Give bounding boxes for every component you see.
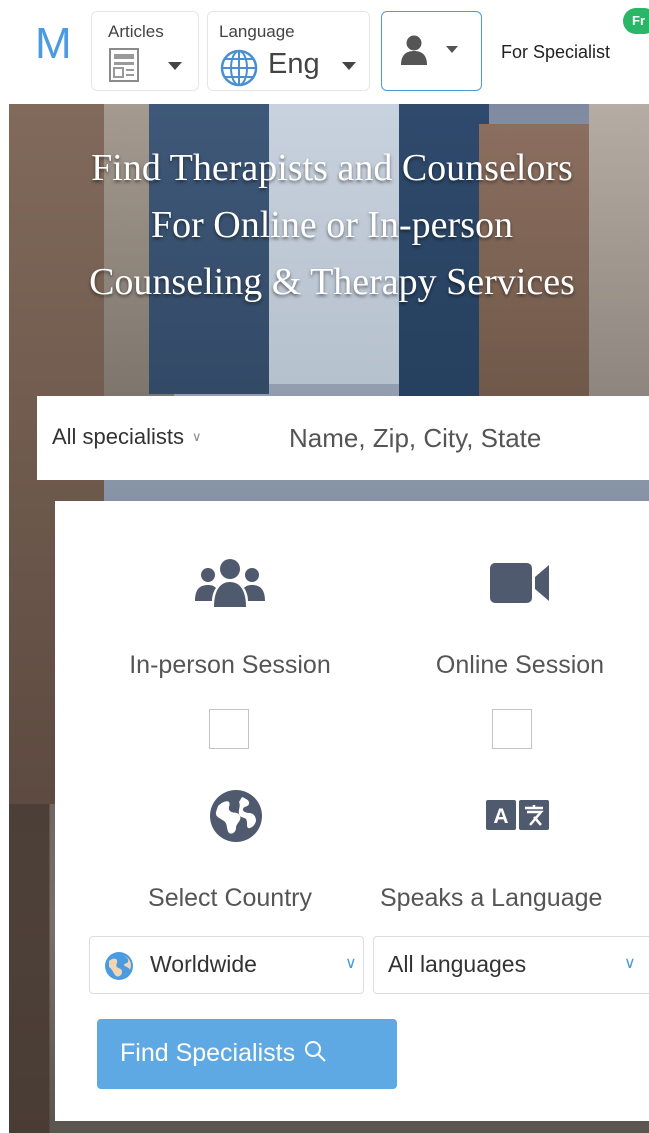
online-label: Online Session [435, 651, 605, 679]
site-logo[interactable]: M [35, 22, 72, 66]
chevron-down-icon: ∨ [624, 955, 636, 972]
country-select[interactable]: Worldwide ∨ [89, 936, 364, 994]
hero-title: Find Therapists and Counselors For Onlin… [9, 140, 649, 311]
country-value: Worldwide [150, 951, 257, 977]
specialist-type-value: All specialists [52, 424, 185, 449]
find-specialists-button[interactable]: Find Specialists [97, 1019, 397, 1089]
specialist-type-select[interactable]: All specialists ∨ [52, 424, 202, 450]
in-person-checkbox[interactable] [209, 709, 249, 749]
video-camera-icon [489, 561, 551, 610]
in-person-label: In-person Session [129, 651, 331, 679]
worldwide-globe-icon [104, 951, 134, 986]
earth-icon [209, 789, 263, 848]
language-label: Language [219, 22, 295, 41]
chevron-down-icon: ∨ [192, 429, 202, 444]
new-badge: Fr [623, 8, 649, 34]
search-bar: All specialists ∨ [37, 396, 649, 480]
language-select[interactable]: All languages ∨ [373, 936, 649, 994]
chevron-down-icon: ∨ [345, 955, 357, 972]
chevron-down-icon [342, 62, 356, 70]
language-dropdown[interactable]: Language Eng [207, 11, 370, 91]
translate-icon: A [485, 799, 551, 836]
language-value: Eng [268, 48, 320, 80]
articles-dropdown[interactable]: Articles [91, 11, 199, 91]
article-icon [109, 48, 139, 87]
for-specialists-link[interactable]: For Specialist [501, 42, 610, 63]
speaks-language-label: Speaks a Language [380, 884, 603, 912]
user-icon [400, 34, 428, 71]
chevron-down-icon [168, 62, 182, 70]
language-value: All languages [388, 951, 527, 977]
filter-card: In-person Session Online Session Select … [55, 501, 649, 1121]
svg-text:A: A [493, 805, 508, 828]
users-icon [194, 557, 266, 614]
articles-label: Articles [108, 22, 164, 41]
account-dropdown[interactable] [381, 11, 482, 91]
hero-title-line: For Online or In-person [151, 204, 513, 246]
globe-icon [219, 48, 259, 93]
hero-section: Find Therapists and Counselors For Onlin… [9, 104, 649, 1133]
top-navbar: M Articles Language Eng For Specialist F… [0, 0, 649, 104]
find-specialists-label: Find Specialists [120, 1038, 296, 1067]
hero-title-line: Counseling & Therapy Services [89, 261, 575, 303]
online-checkbox[interactable] [492, 709, 532, 749]
search-input[interactable] [289, 414, 649, 462]
chevron-down-icon [446, 46, 458, 53]
search-icon [303, 1039, 327, 1070]
hero-title-line: Find Therapists and Counselors [91, 147, 573, 189]
select-country-label: Select Country [148, 884, 312, 912]
